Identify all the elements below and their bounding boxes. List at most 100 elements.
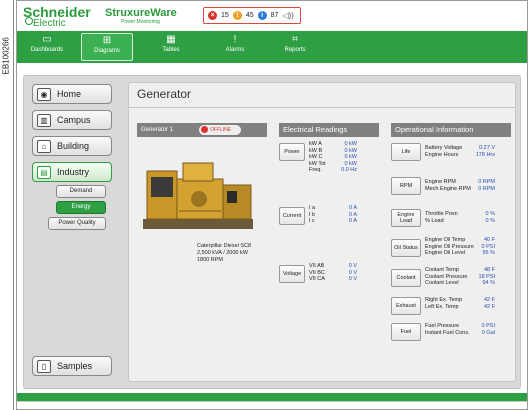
operational-info-header: Operational Information [391,123,511,137]
generator-caption: Caterpillar Diesel SC8 2,500 kVA / 2000 … [197,243,251,264]
content-area: ◉ Home ▥ Campus ⌂ Building ▤ Industry De… [23,75,521,389]
fuel-button[interactable]: Fuel [391,323,421,341]
side-code-text: EB100266 [1,37,11,75]
reading-value: 0 RPM [478,185,495,192]
rpm-readings: Engine RPM 0 RPM Mech Engine RPM 0 RPM [425,179,495,192]
nav-label: Diagrams [94,48,120,54]
nav-label: Tables [162,47,180,53]
samples-button[interactable]: ▯ Samples [32,356,112,376]
nav-dashboards[interactable]: ▭ Dashboards [21,33,73,61]
brand-logo-mark-icon [25,17,33,25]
current-button[interactable]: Current [279,207,305,225]
offline-icon [201,126,208,134]
table-icon: ▦ [166,34,176,45]
critical-alarm-icon: × [208,11,217,20]
campus-icon: ▥ [37,113,51,127]
energy-button[interactable]: Energy [56,201,106,214]
industry-button[interactable]: ▤ Industry [32,162,112,182]
nav-label: Reports [284,47,306,53]
nav-label: Alarms [225,47,245,53]
oil-status-button[interactable]: Oil Status [391,239,421,257]
rpm-button[interactable]: RPM [391,177,421,195]
footer-bar [17,393,527,401]
title-divider [129,107,515,108]
warning-alarm-icon: ! [232,11,242,20]
fuel-readings: Fuel Pressure 0 PSI Instant Fuel Cons. 0 G… [425,323,495,336]
power-quality-button[interactable]: Power Quality [48,217,106,230]
reading-value: 42 F [483,303,495,310]
voltage-button[interactable]: Voltage [279,265,305,283]
reading-label: Engine Hours [425,151,459,158]
caption-line: Caterpillar Diesel SC8 [197,243,252,249]
reading-value: 0 A [349,218,357,224]
nav-tables[interactable]: ▦ Tables [145,33,197,61]
main-nav: ▭ Dashboards ⊞ Diagrams ▦ Tables ! Alarm… [17,31,527,63]
nav-alarms[interactable]: ! Alarms [209,33,261,61]
current-readings: I a0 A I b0 A I c0 A [309,205,357,225]
caption-line: 1800 RPM [197,257,223,263]
voltage-readings: VII AB 0 V VII BC 0 V VII CA 0 V [309,263,357,283]
coolant-readings: Coolant Temp 48 F Coolant Pressure 18 PSI … [425,267,495,287]
monitor-icon: ▭ [42,34,52,45]
coolant-button[interactable]: Coolant [391,269,421,287]
nav-reports[interactable]: ⌗ Reports [269,33,321,61]
book-icon: ▯ [37,359,51,373]
home-button[interactable]: ◉ Home [32,84,112,104]
building-icon: ⌂ [37,139,51,153]
power-readings: kW A0 kW kW B0 kW kW C0 kW kW Tot 0 kW Fr… [309,141,357,174]
status-badge: OFFLINE [199,125,241,135]
industry-icon: ▤ [37,165,51,179]
home-label: Home [57,89,82,99]
diagram-icon: ⊞ [102,35,112,46]
alarm-summary[interactable]: × 15 ! 45 i 87 ◁)) [203,7,301,24]
reading-value: 95 % [482,250,495,256]
footer-divider [17,401,527,402]
reading-value: 0 % [485,217,495,224]
generator-image [143,162,253,229]
exhaust-readings: Right Ex. Temp 42 F Left Ex. Temp 42 F [425,297,495,310]
top-bar: Schneider Electric StruxureWare Power Mo… [17,1,527,31]
samples-label: Samples [57,361,93,371]
reading-value: 0 V [348,276,357,282]
product-subtitle: Power Monitoring [121,19,160,25]
brand-logo-sub: Electric [33,18,66,29]
app-window: Schneider Electric StruxureWare Power Mo… [16,0,528,410]
critical-alarm-count: 15 [221,12,229,19]
life-button[interactable]: Life [391,143,421,161]
campus-button[interactable]: ▥ Campus [32,110,112,130]
power-button[interactable]: Power [279,143,305,161]
engine-load-readings: Throttle Posn 0 % % Load 0 % [425,211,495,224]
info-alarm-icon: i [257,11,267,20]
info-alarm-count: 87 [270,12,279,19]
warning-alarm-count: 45 [245,12,254,19]
demand-button[interactable]: Demand [56,185,106,198]
product-name: StruxureWare [105,7,177,19]
reading-value: 0.0 Hz [341,167,357,173]
generator-panel: Generator Generator 1 OFFLINE Caterpilla… [128,82,516,382]
reading-label: Engine Oil Level [425,250,466,256]
engine-load-button[interactable]: Engine Load [391,209,421,227]
reading-label: I c [309,218,315,224]
generator-name: Generator 1 [141,127,174,133]
reading-value: 178 Hrs [475,151,495,158]
reading-label: Mech Engine RPM [425,185,471,192]
home-icon: ◉ [37,87,51,101]
building-button[interactable]: ⌂ Building [32,136,112,156]
exhaust-button[interactable]: Exhaust [391,297,421,315]
side-code: EB100266 [0,0,14,410]
generator-header: Generator 1 OFFLINE [137,123,267,137]
reading-value: 94 % [482,280,495,286]
industry-label: Industry [57,167,90,177]
nav-label: Dashboards [30,47,64,53]
reading-label: Instant Fuel Cons. [425,329,470,336]
reading-label: Freq. [309,167,322,173]
page-root: EB100266 Schneider Electric StruxureWare… [0,0,531,410]
building-label: Building [57,141,90,151]
status-text: OFFLINE [210,127,232,133]
nav-diagrams[interactable]: ⊞ Diagrams [81,33,133,61]
speaker-icon[interactable]: ◁)) [282,11,293,20]
campus-label: Campus [57,115,91,125]
oil-status-readings: Engine Oil Temp 40 F Engine Oil Pressure 0… [425,237,495,257]
alarm-icon: ! [233,34,237,45]
electrical-readings-header: Electrical Readings [279,123,379,137]
